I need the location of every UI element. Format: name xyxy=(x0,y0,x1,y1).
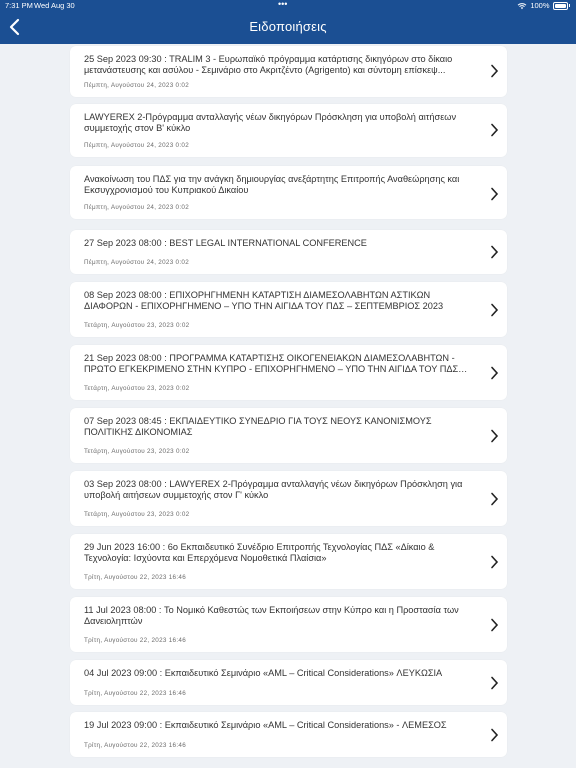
chevron-right-icon xyxy=(491,366,499,380)
chevron-right-icon xyxy=(491,245,499,259)
chevron-right-icon xyxy=(491,123,499,137)
notification-text: 29 Jun 2023 16:00 : 6ο Εκπαιδευτικό Συνέ… xyxy=(84,542,435,564)
notification-text: LAWYEREX 2-Πρόγραμμα ανταλλαγής νέων δικ… xyxy=(84,112,457,134)
chevron-right-icon xyxy=(491,676,499,690)
list-item[interactable]: 27 Sep 2023 08:00 : BEST LEGAL INTERNATI… xyxy=(70,230,507,274)
list-item[interactable]: 19 Jul 2023 09:00 : Εκπαιδευτικό Σεμινάρ… xyxy=(70,712,507,757)
list-item[interactable]: LAWYEREX 2-Πρόγραμμα ανταλλαγής νέων δικ… xyxy=(70,104,507,157)
chevron-right-icon xyxy=(491,555,499,569)
list-item[interactable]: 21 Sep 2023 08:00 : ΠΡΟΓΡΑΜΜΑ ΚΑΤΑΡΤΙΣΗΣ… xyxy=(70,345,507,400)
page-title: Ειδοποιήσεις xyxy=(249,19,327,34)
battery-percent: 100% xyxy=(530,1,550,10)
chevron-right-icon xyxy=(491,492,499,506)
notification-date: Πέμπτη, Αυγούστου 24, 2023 0:02 xyxy=(84,204,190,211)
status-date: Wed Aug 30 xyxy=(34,1,75,10)
notification-text: 27 Sep 2023 08:00 : BEST LEGAL INTERNATI… xyxy=(84,238,367,248)
notification-text: 21 Sep 2023 08:00 : ΠΡΟΓΡΑΜΜΑ ΚΑΤΑΡΤΙΣΗΣ… xyxy=(84,353,459,375)
notification-text: 04 Jul 2023 09:00 : Εκπαιδευτικό Σεμινάρ… xyxy=(84,668,443,678)
chevron-right-icon xyxy=(491,618,499,632)
notification-text: 25 Sep 2023 09:30 : TRALIM 3 - Ευρωπαϊκό… xyxy=(84,54,453,76)
notification-text: 03 Sep 2023 08:00 : LAWYEREX 2-Πρόγραμμα… xyxy=(84,479,463,501)
notification-date: Πέμπτη, Αυγούστου 24, 2023 0:02 xyxy=(84,82,190,89)
notification-date: Πέμπτη, Αυγούστου 24, 2023 0:02 xyxy=(84,259,190,266)
status-right: 100% xyxy=(517,1,570,10)
list-item[interactable]: 25 Sep 2023 09:30 : TRALIM 3 - Ευρωπαϊκό… xyxy=(70,46,507,97)
notification-text: 07 Sep 2023 08:45 : ΕΚΠΑΙΔΕΥΤΙΚΟ ΣΥΝΕΔΡΙ… xyxy=(84,416,432,438)
list-item[interactable]: 07 Sep 2023 08:45 : ΕΚΠΑΙΔΕΥΤΙΚΟ ΣΥΝΕΔΡΙ… xyxy=(70,408,507,463)
chevron-right-icon xyxy=(491,64,499,78)
notification-text: 19 Jul 2023 09:00 : Εκπαιδευτικό Σεμινάρ… xyxy=(84,720,447,730)
list-item[interactable]: 29 Jun 2023 16:00 : 6ο Εκπαιδευτικό Συνέ… xyxy=(70,534,507,589)
wifi-icon xyxy=(517,2,527,9)
chevron-right-icon xyxy=(491,303,499,317)
notification-text: Ανακοίνωση του ΠΔΣ για την ανάγκη δημιου… xyxy=(84,174,460,196)
notification-date: Τετάρτη, Αυγούστου 23, 2023 0:02 xyxy=(84,448,190,455)
notification-text: 08 Sep 2023 08:00 : ΕΠΙΧΟΡΗΓΗΜΕΝΗ ΚΑΤΑΡΤ… xyxy=(84,290,444,312)
notification-date: Τετάρτη, Αυγούστου 23, 2023 0:02 xyxy=(84,322,190,329)
notification-date: Τρίτη, Αυγούστου 22, 2023 16:46 xyxy=(84,574,187,581)
battery-icon xyxy=(552,1,568,10)
list-item[interactable]: 08 Sep 2023 08:00 : ΕΠΙΧΟΡΗΓΗΜΕΝΗ ΚΑΤΑΡΤ… xyxy=(70,282,507,337)
notification-date: Πέμπτη, Αυγούστου 24, 2023 0:02 xyxy=(84,142,190,149)
battery-tip xyxy=(568,4,570,7)
chevron-right-icon xyxy=(491,429,499,443)
notification-date: Τετάρτη, Αυγούστου 23, 2023 0:02 xyxy=(84,511,190,518)
notification-date: Τρίτη, Αυγούστου 22, 2023 16:46 xyxy=(84,690,187,697)
notification-date: Τρίτη, Αυγούστου 22, 2023 16:46 xyxy=(84,637,187,644)
list-item[interactable]: Ανακοίνωση του ΠΔΣ για την ανάγκη δημιου… xyxy=(70,166,507,219)
chevron-right-icon xyxy=(491,187,499,201)
notification-text: 11 Jul 2023 08:00 : Το Νομικό Καθεστώς τ… xyxy=(84,605,459,627)
navigation-bar: 7:31 PM Wed Aug 30 ••• 100% Ειδοποιήσεις xyxy=(0,0,576,44)
status-time: 7:31 PM xyxy=(5,1,33,10)
multitasking-dots-icon[interactable]: ••• xyxy=(278,0,287,9)
list-item[interactable]: 11 Jul 2023 08:00 : Το Νομικό Καθεστώς τ… xyxy=(70,597,507,652)
notification-date: Τρίτη, Αυγούστου 22, 2023 16:46 xyxy=(84,742,187,749)
chevron-right-icon xyxy=(491,728,499,742)
list-item[interactable]: 03 Sep 2023 08:00 : LAWYEREX 2-Πρόγραμμα… xyxy=(70,471,507,526)
notification-date: Τετάρτη, Αυγούστου 23, 2023 0:02 xyxy=(84,385,190,392)
list-item[interactable]: 04 Jul 2023 09:00 : Εκπαιδευτικό Σεμινάρ… xyxy=(70,660,507,705)
